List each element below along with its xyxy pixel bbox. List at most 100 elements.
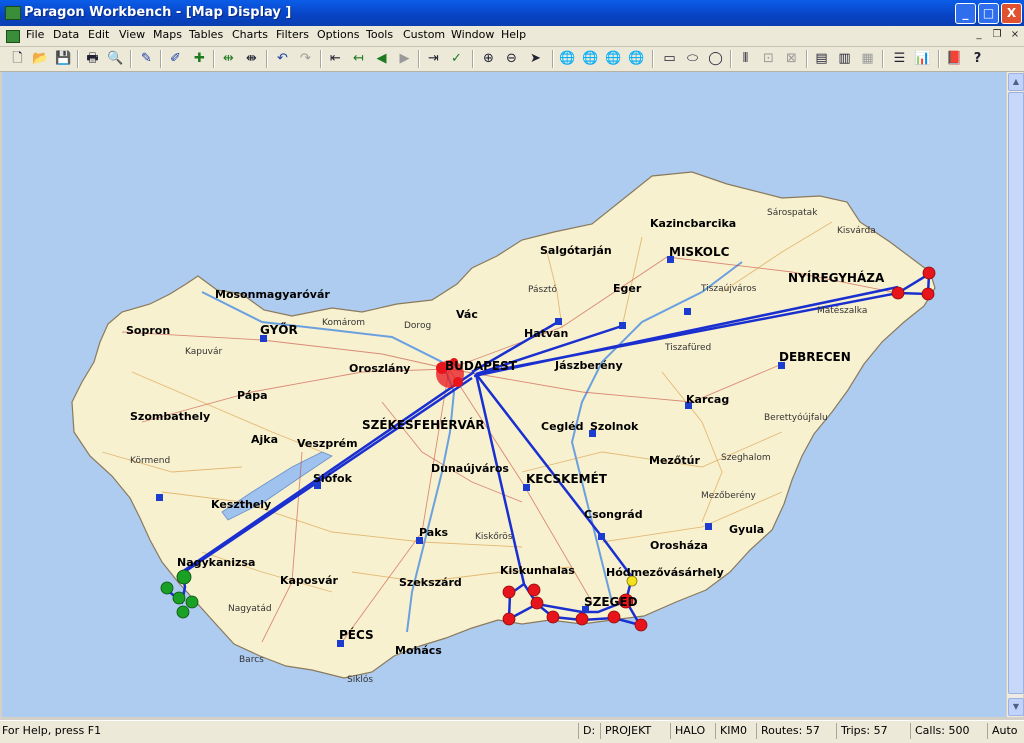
print-icon[interactable]: 🖶	[83, 49, 102, 68]
select-circle-icon[interactable]: ◯	[706, 49, 725, 68]
city-label-kazincbarcika: Kazincbarcika	[650, 217, 736, 230]
vertical-scrollbar[interactable]: ▲ ▼	[1007, 72, 1024, 717]
menu-file[interactable]: File	[26, 28, 44, 41]
select-bar-icon[interactable]: ⦀	[736, 49, 755, 68]
toolbar-separator	[882, 50, 884, 68]
open-folder-icon[interactable]: 📂	[31, 49, 50, 68]
table-2-icon[interactable]: ▥	[835, 49, 854, 68]
menu-window[interactable]: Window	[451, 28, 494, 41]
town-label-dorog: Dorog	[404, 321, 431, 331]
city-label-eger: Eger	[613, 282, 642, 295]
menu-tools[interactable]: Tools	[366, 28, 393, 41]
city-label-szeged: SZEGED	[584, 595, 638, 609]
status-bar: For Help, press F1 D: PROJEKT HALO KIM0 …	[0, 720, 1024, 743]
menu-data[interactable]: Data	[53, 28, 79, 41]
town-label-kapuvar: Kapuvár	[185, 347, 223, 357]
city-label-pecs: PÉCS	[339, 627, 374, 642]
city-label-oroszlany: Oroszlány	[349, 362, 410, 375]
arrow-right-icon[interactable]: ▶	[395, 49, 414, 68]
city-label-kaposvar: Kaposvár	[280, 574, 339, 587]
select-point-icon[interactable]: ⊡	[759, 49, 778, 68]
bar-chart-icon[interactable]: 📊	[913, 49, 932, 68]
zoom-in-icon[interactable]: ⊕	[479, 49, 498, 68]
city-label-veszprem: Veszprém	[297, 437, 358, 450]
city-label-csongrad: Csongrád	[584, 508, 643, 521]
status-mode: Auto	[987, 723, 1024, 739]
city-label-oroshaza: Orosháza	[650, 539, 708, 552]
close-button[interactable]: X	[1001, 3, 1022, 24]
mdi-minimize-button[interactable]: _	[972, 28, 986, 42]
toolbar-separator	[938, 50, 940, 68]
city-label-miskolc: MISKOLC	[669, 245, 730, 259]
route-end-icon[interactable]: ⇥	[424, 49, 443, 68]
save-disk-icon[interactable]: 💾	[54, 49, 73, 68]
scroll-down-icon[interactable]: ▼	[1008, 698, 1024, 716]
edit-route-icon[interactable]: ✎	[137, 49, 156, 68]
status-drive: D:	[578, 723, 601, 739]
table-1-icon[interactable]: ▤	[812, 49, 831, 68]
undo-icon[interactable]: ↶	[273, 49, 292, 68]
arrow-left-icon[interactable]: ◀	[372, 49, 391, 68]
town-label-nagyatad: Nagyatád	[228, 604, 272, 614]
route-first-icon[interactable]: ⇤	[326, 49, 345, 68]
menu-edit[interactable]: Edit	[88, 28, 109, 41]
status-trips: Trips: 57	[836, 723, 909, 739]
menu-tables[interactable]: Tables	[189, 28, 223, 41]
menu-options[interactable]: Options	[317, 28, 359, 41]
minimize-button[interactable]: _	[955, 3, 976, 24]
route-check-icon[interactable]: ✓	[447, 49, 466, 68]
pointer-icon[interactable]: ➤	[526, 49, 545, 68]
toolbar-separator	[652, 50, 654, 68]
menu-filters[interactable]: Filters	[276, 28, 309, 41]
edit-stops-icon[interactable]: ✐	[166, 49, 185, 68]
scroll-thumb[interactable]	[1008, 92, 1024, 694]
select-ellipse-icon[interactable]: ⬭	[683, 49, 702, 68]
town-label-szeghalom: Szeghalom	[721, 453, 771, 463]
mdi-close-button[interactable]: ×	[1008, 28, 1022, 42]
route-split-icon[interactable]: ⇹	[219, 49, 238, 68]
app-icon[interactable]	[5, 6, 21, 20]
new-file-icon[interactable]: 🗋	[8, 49, 27, 68]
town-label-komarom: Komárom	[322, 318, 365, 328]
menu-help[interactable]: Help	[501, 28, 526, 41]
city-label-debrecen: DEBRECEN	[779, 350, 851, 364]
table-3-icon[interactable]: ▦	[858, 49, 877, 68]
city-label-hatvan: Hatvan	[524, 327, 568, 340]
select-clear-icon[interactable]: ⊠	[782, 49, 801, 68]
book-icon[interactable]: 📕	[945, 49, 964, 68]
globe-2-icon[interactable]: 🌐	[581, 49, 600, 68]
city-label-gyula: Gyula	[729, 523, 764, 536]
town-label-kiskoros: Kiskőrös	[475, 532, 513, 542]
globe-4-icon[interactable]: 🌐	[627, 49, 646, 68]
city-label-sopron: Sopron	[126, 324, 170, 337]
mdi-restore-button[interactable]: ❐	[990, 28, 1004, 42]
document-icon[interactable]	[6, 30, 20, 43]
toolbar: 🗋 📂 💾 🖶 🔍 ✎ ✐ ✚ ⇹ ⇼ ↶ ↷ ⇤ ↤ ◀ ▶ ⇥ ✓ ⊕ ⊖ …	[0, 47, 1024, 72]
scroll-up-icon[interactable]: ▲	[1008, 73, 1024, 91]
city-label-szolnok: Szolnok	[590, 420, 639, 433]
menu-charts[interactable]: Charts	[232, 28, 268, 41]
map-display[interactable]: BUDAPEST MISKOLC NYÍREGYHÁZA DEBRECEN GY…	[2, 72, 1006, 717]
city-label-vac: Vác	[456, 308, 478, 321]
add-stop-icon[interactable]: ✚	[190, 49, 209, 68]
help-pointer-icon[interactable]: ?	[968, 49, 987, 68]
globe-3-icon[interactable]: 🌐	[604, 49, 623, 68]
print-preview-icon[interactable]: 🔍	[106, 49, 125, 68]
route-merge-icon[interactable]: ⇼	[242, 49, 261, 68]
list-view-icon[interactable]: ☰	[890, 49, 909, 68]
maximize-button[interactable]: □	[978, 3, 999, 24]
status-routes: Routes: 57	[756, 723, 835, 739]
menu-view[interactable]: View	[119, 28, 145, 41]
town-label-mateszalka: Mátészalka	[817, 305, 867, 316]
route-start-icon[interactable]: ↤	[349, 49, 368, 68]
select-rectangle-icon[interactable]: ▭	[660, 49, 679, 68]
menu-maps[interactable]: Maps	[153, 28, 182, 41]
city-label-dunaujvaros: Dunaújváros	[431, 462, 509, 475]
menu-custom[interactable]: Custom	[403, 28, 445, 41]
city-label-cegled: Cegléd	[541, 420, 584, 433]
status-kim: KIM0	[715, 723, 756, 739]
globe-1-icon[interactable]: 🌐	[558, 49, 577, 68]
redo-icon[interactable]: ↷	[296, 49, 315, 68]
zoom-out-icon[interactable]: ⊖	[502, 49, 521, 68]
map-canvas[interactable]: BUDAPEST MISKOLC NYÍREGYHÁZA DEBRECEN GY…	[2, 72, 1006, 717]
